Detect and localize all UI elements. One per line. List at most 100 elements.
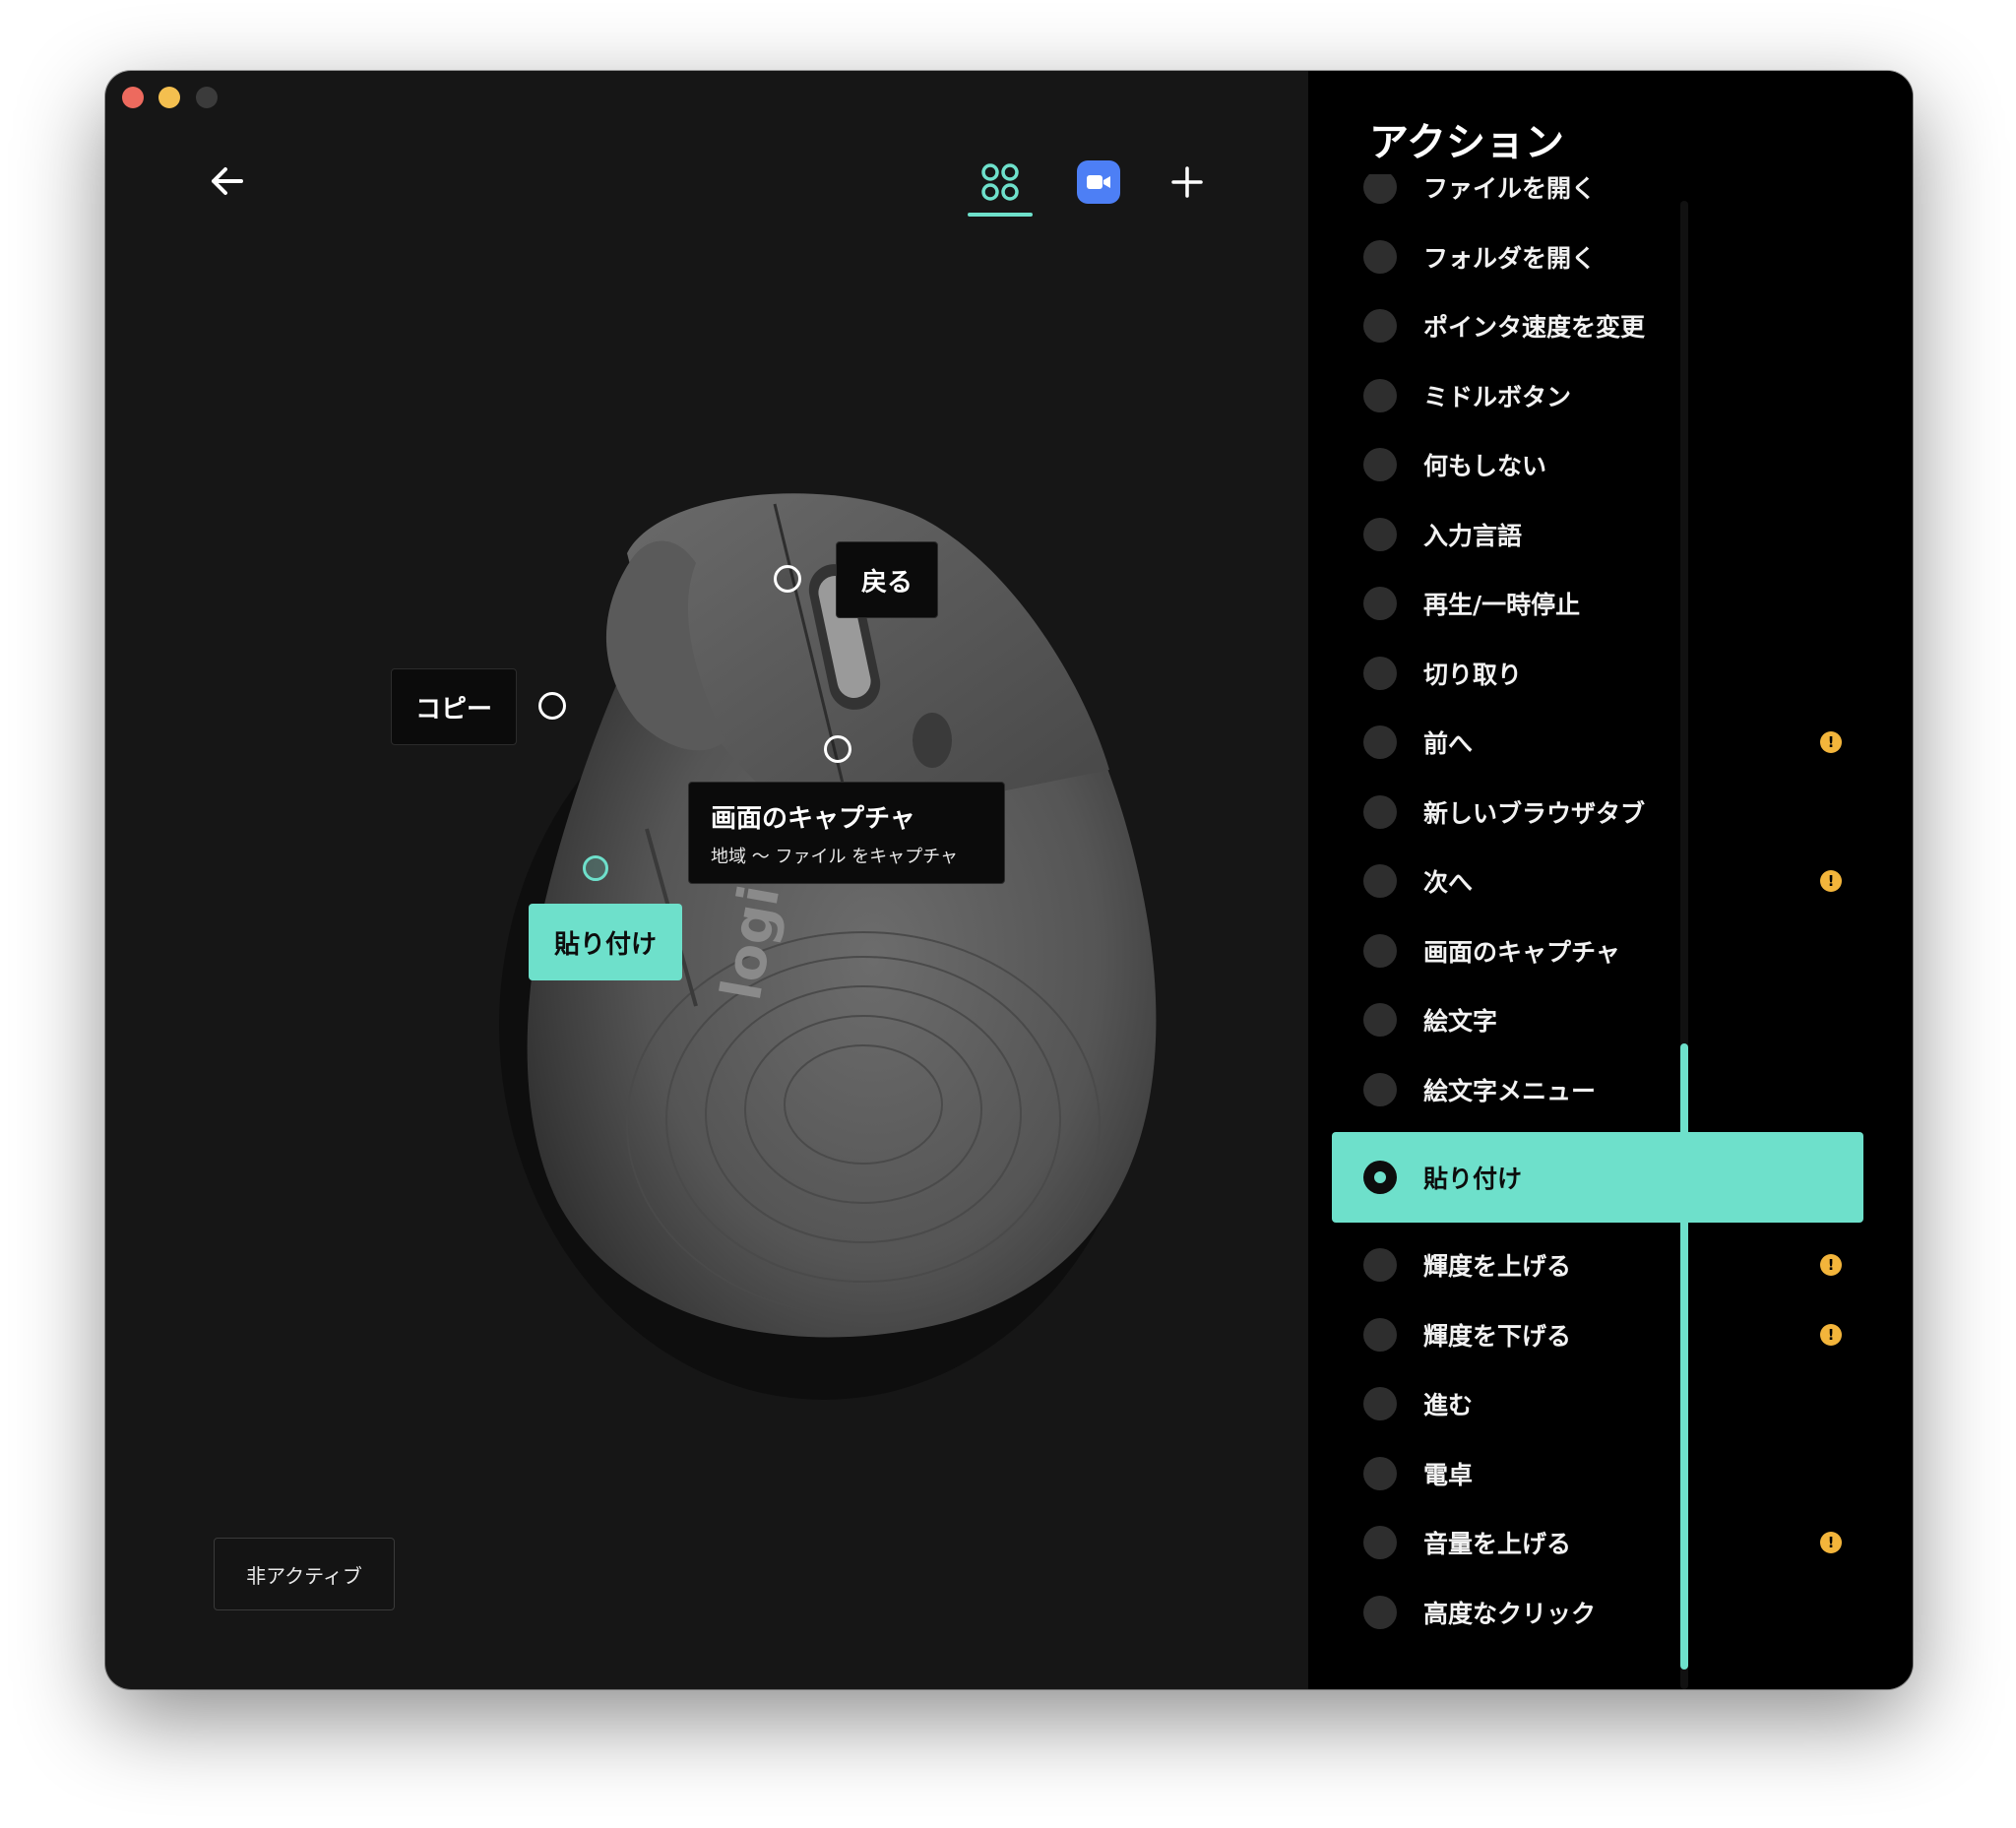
tab-devices[interactable] — [968, 150, 1033, 215]
warning-icon: ! — [1820, 870, 1842, 892]
zoom-window-button[interactable] — [196, 87, 218, 108]
radio-button[interactable] — [1363, 1456, 1397, 1490]
action-item[interactable]: 絵文字 — [1332, 985, 1863, 1054]
radio-button[interactable] — [1363, 1387, 1397, 1420]
radio-button[interactable] — [1363, 1595, 1397, 1629]
action-label: 新しいブラウザタブ — [1423, 798, 1646, 828]
four-dots-icon — [981, 163, 1019, 201]
action-label: 絵文字 — [1423, 1007, 1498, 1036]
action-label: 入力言語 — [1423, 521, 1523, 550]
zoom-camera-icon — [1087, 175, 1110, 189]
radio-button[interactable] — [1363, 864, 1397, 898]
radio-button[interactable] — [1363, 517, 1397, 551]
label-paste-text: 貼り付け — [553, 929, 657, 960]
action-item[interactable]: 新しいブラウザタブ — [1332, 778, 1863, 847]
panel-title: アクション — [1369, 120, 1564, 165]
hotspot-copy-button[interactable] — [538, 692, 566, 720]
action-item[interactable]: ミドルボタン — [1332, 361, 1863, 430]
action-label: 画面のキャプチャ — [1423, 937, 1620, 967]
hotspot-capture-button[interactable] — [824, 735, 851, 763]
radio-button[interactable] — [1363, 174, 1397, 204]
action-label: 絵文字メニュー — [1423, 1076, 1597, 1105]
label-capture-title: 画面のキャプチャ — [711, 803, 915, 834]
action-item[interactable]: 輝度を上げる! — [1332, 1230, 1863, 1299]
action-label: 高度なクリック — [1423, 1599, 1597, 1628]
action-item[interactable]: 進む — [1332, 1369, 1863, 1438]
radio-button[interactable] — [1363, 725, 1397, 759]
action-item[interactable]: 画面のキャプチャ — [1332, 916, 1863, 985]
radio-button[interactable] — [1363, 1526, 1397, 1559]
radio-button[interactable] — [1363, 1161, 1397, 1194]
action-label: 輝度を下げる — [1423, 1321, 1572, 1351]
inactive-button[interactable]: 非アクティブ — [214, 1538, 395, 1610]
action-item[interactable]: ファイルを開く — [1332, 174, 1863, 221]
label-back-text: 戻る — [860, 567, 913, 598]
active-tab-indicator — [968, 213, 1033, 217]
action-item[interactable]: ポインタ速度を変更 — [1332, 291, 1863, 360]
radio-button[interactable] — [1363, 933, 1397, 968]
action-label: 電卓 — [1423, 1460, 1474, 1489]
action-label: 切り取り — [1423, 660, 1523, 689]
action-item[interactable]: 次へ! — [1332, 847, 1863, 915]
close-window-button[interactable] — [122, 87, 144, 108]
action-list: ファイルを開く フォルダを開くポインタ速度を変更 ミドルボタン 何もしない入力言語再生… — [1308, 174, 1899, 1689]
hotspot-back-button[interactable] — [774, 565, 801, 593]
minimize-window-button[interactable] — [158, 87, 180, 108]
action-label: ポインタ速度を変更 — [1423, 313, 1646, 342]
action-label: 貼り付け — [1423, 1165, 1523, 1193]
scrollbar-thumb[interactable] — [1680, 1043, 1688, 1670]
radio-button[interactable] — [1363, 378, 1397, 412]
radio-button[interactable] — [1363, 239, 1397, 274]
action-label: 進む — [1423, 1391, 1474, 1419]
radio-button[interactable] — [1363, 448, 1397, 481]
label-copy[interactable]: コピー — [391, 668, 517, 745]
warning-icon: ! — [1820, 731, 1842, 753]
label-capture-subtitle: 地域 〜 ファイル をキャプチャ — [711, 846, 958, 867]
action-label: ミドルボタン — [1423, 382, 1572, 411]
action-item[interactable]: 切り取り — [1332, 639, 1863, 708]
app-window: logi 戻る コピー 画面のキャプチャ 地域 〜 ファイル をキャプチャ 貼り… — [105, 71, 1913, 1689]
back-button[interactable] — [204, 158, 251, 205]
arrow-left-icon — [212, 167, 243, 195]
action-item[interactable]: 電卓 — [1332, 1439, 1863, 1508]
action-label: 輝度を上げる — [1423, 1252, 1572, 1281]
action-item[interactable]: フォルダを開く — [1332, 222, 1863, 291]
action-item[interactable]: 絵文字メニュー — [1332, 1055, 1863, 1124]
action-item[interactable]: 高度なクリック — [1332, 1578, 1863, 1647]
action-item[interactable]: 輝度を下げる! — [1332, 1300, 1863, 1369]
hotspot-paste-button[interactable] — [583, 855, 608, 881]
inactive-label: 非アクティブ — [246, 1563, 362, 1588]
action-label: 再生/一時停止 — [1423, 591, 1581, 619]
plus-icon — [1171, 166, 1203, 198]
zoom-app-tile — [1077, 160, 1120, 204]
label-capture[interactable]: 画面のキャプチャ 地域 〜 ファイル をキャプチャ — [688, 782, 1005, 884]
warning-icon: ! — [1820, 1323, 1842, 1346]
action-label: 次へ — [1423, 868, 1474, 897]
action-item[interactable]: 再生/一時停止 — [1332, 569, 1863, 638]
radio-button[interactable] — [1363, 1317, 1397, 1352]
action-item-selected[interactable]: 貼り付け — [1332, 1132, 1863, 1223]
action-item[interactable]: 入力言語 — [1332, 500, 1863, 569]
label-back[interactable]: 戻る — [836, 541, 938, 618]
action-item[interactable]: 音量を上げる! — [1332, 1508, 1863, 1577]
warning-icon: ! — [1820, 1532, 1842, 1553]
tab-add[interactable] — [1155, 150, 1220, 215]
radio-button[interactable] — [1363, 794, 1397, 829]
action-item[interactable]: 前へ! — [1332, 708, 1863, 777]
label-paste-selected[interactable]: 貼り付け — [529, 904, 682, 980]
warning-icon: ! — [1820, 1254, 1842, 1276]
action-label: ファイルを開く — [1423, 174, 1597, 203]
radio-button[interactable] — [1363, 309, 1397, 343]
action-label: 何もしない — [1423, 452, 1547, 480]
label-copy-text: コピー — [414, 694, 492, 725]
radio-button[interactable] — [1363, 1072, 1397, 1106]
radio-button[interactable] — [1363, 1003, 1397, 1037]
actions-panel: アクション ファイルを開く フォルダを開くポインタ速度を変更 ミドルボタン 何もしない… — [1308, 71, 1913, 1689]
tab-zoom[interactable] — [1066, 150, 1131, 215]
action-label: 音量を上げる — [1423, 1530, 1572, 1558]
radio-button[interactable] — [1363, 587, 1397, 620]
action-label: フォルダを開く — [1423, 243, 1597, 273]
radio-button[interactable] — [1363, 656, 1397, 690]
radio-button[interactable] — [1363, 1248, 1397, 1282]
action-item[interactable]: 何もしない — [1332, 430, 1863, 499]
